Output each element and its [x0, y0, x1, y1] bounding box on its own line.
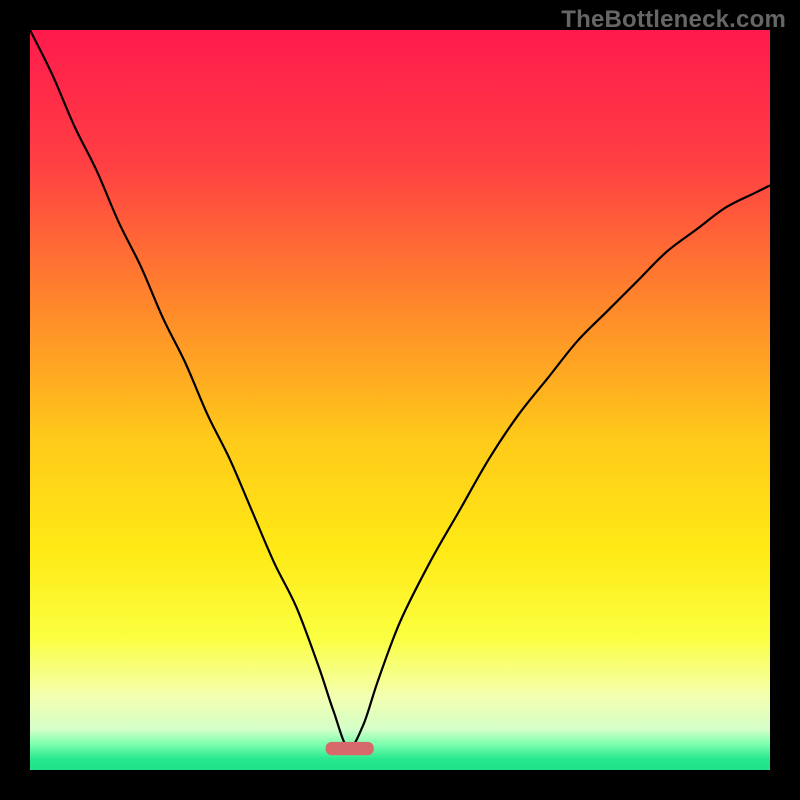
- optimal-region-marker: [326, 742, 374, 755]
- watermark-label: TheBottleneck.com: [561, 6, 786, 34]
- plot-area: [30, 30, 770, 770]
- gradient-background: [30, 30, 770, 770]
- plot-svg: [30, 30, 770, 770]
- chart-canvas-frame: TheBottleneck.com: [0, 0, 800, 800]
